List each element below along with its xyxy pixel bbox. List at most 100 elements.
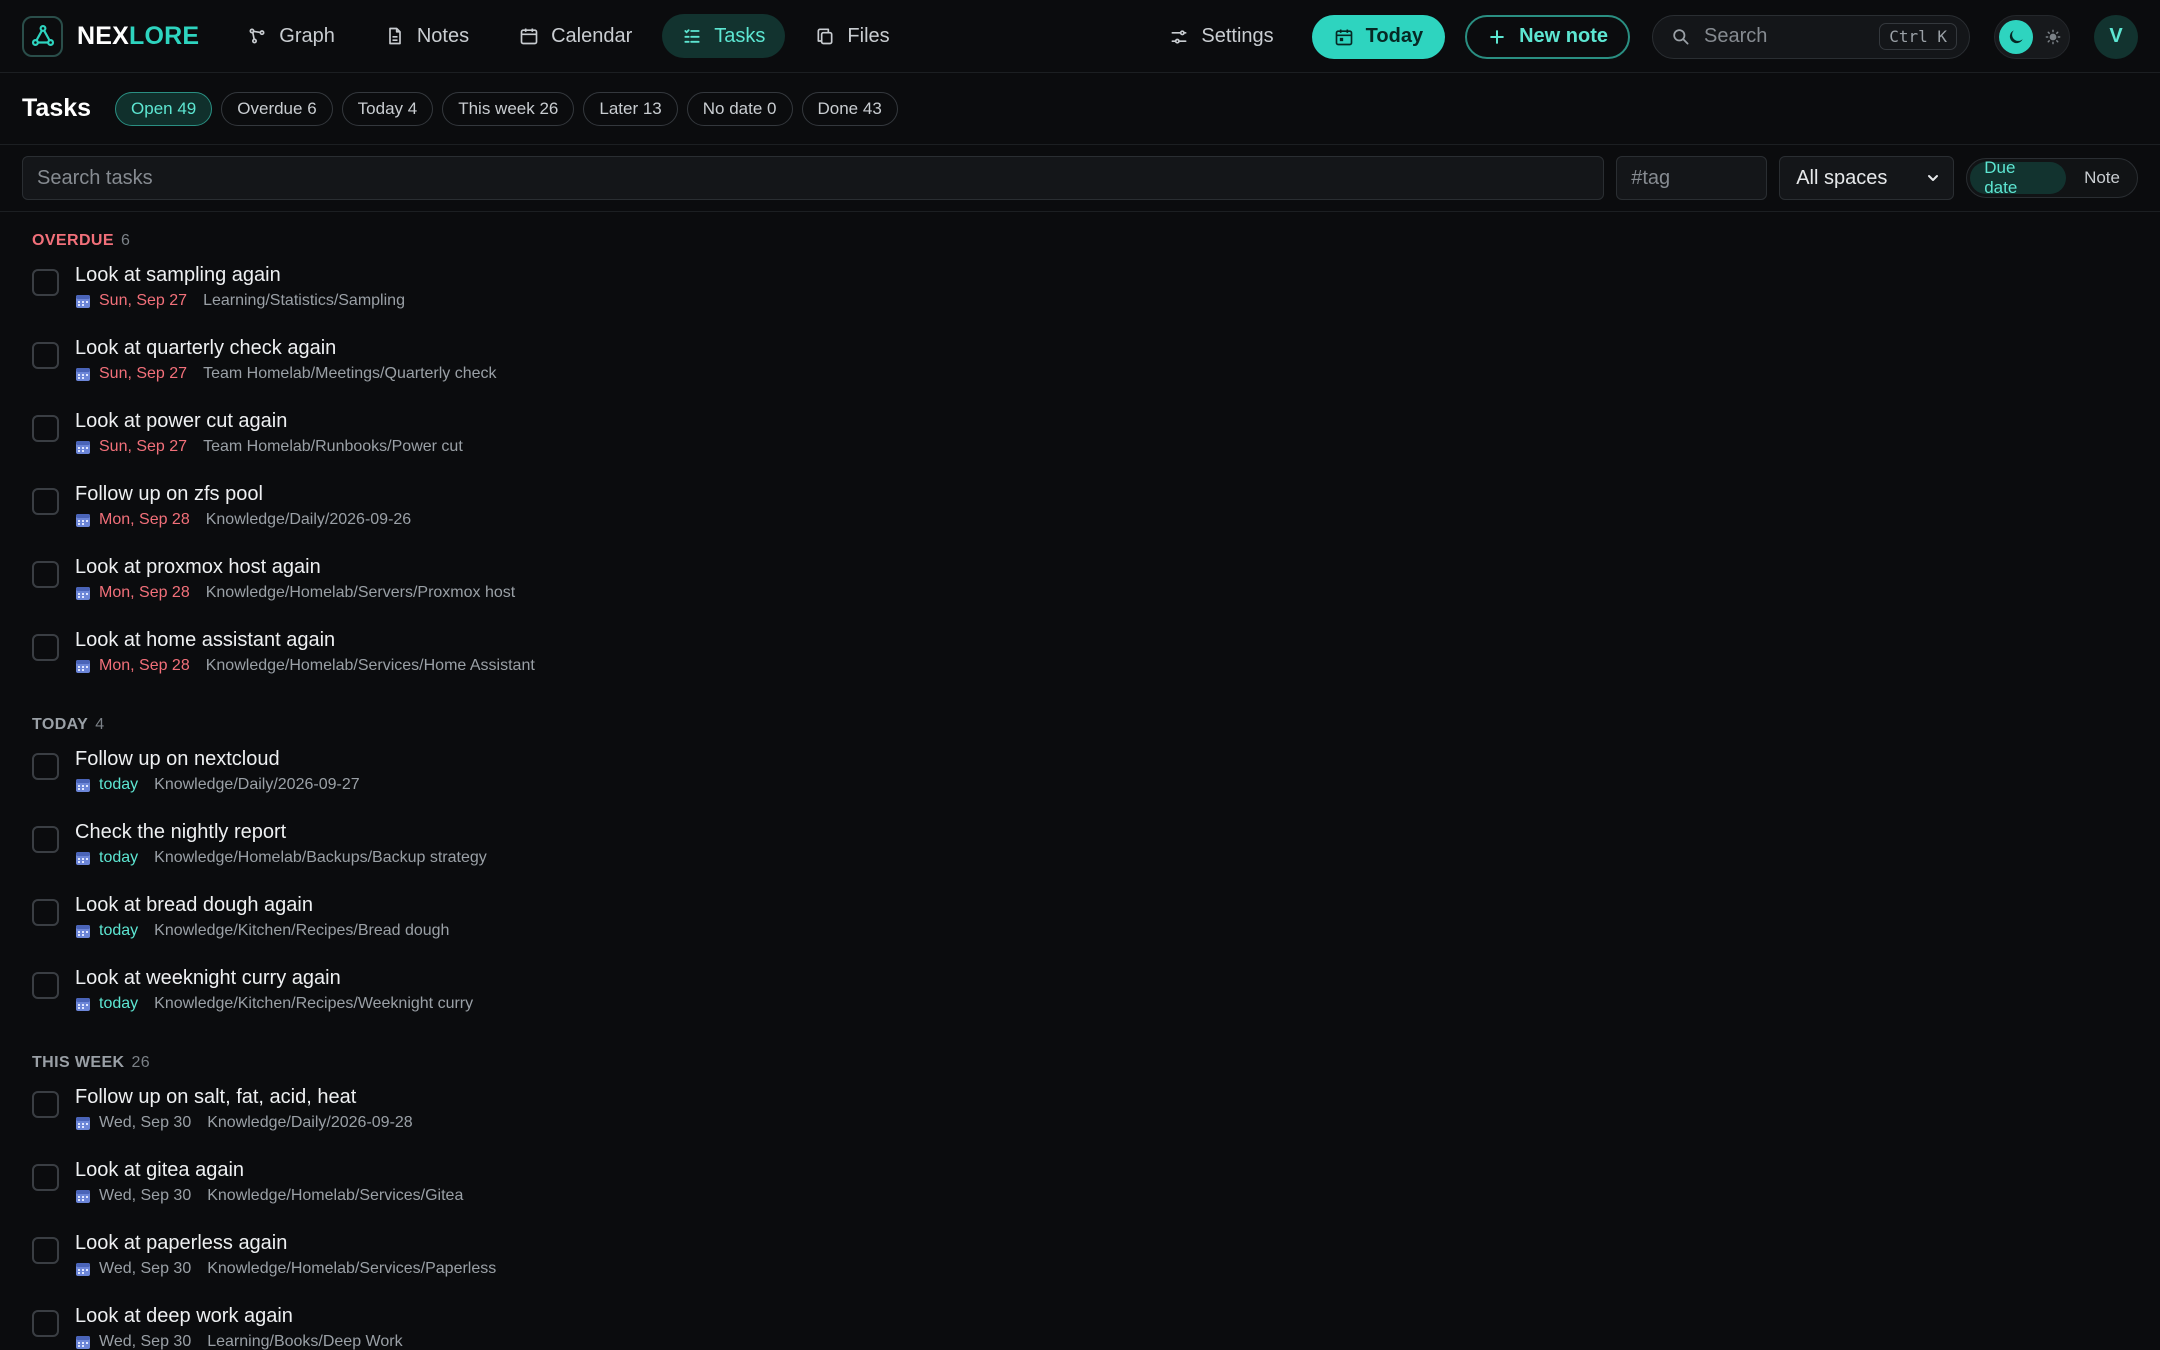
note-path-link[interactable]: Knowledge/Daily/2026-09-26 [206,511,411,529]
note-path-link[interactable]: Knowledge/Homelab/Services/Paperless [207,1260,496,1278]
sort-option[interactable]: Due date [1970,158,2067,197]
task-checkbox[interactable] [32,1091,59,1118]
task-search-input[interactable] [22,156,1605,200]
due-date: Mon, Sep 28 [75,584,190,602]
note-path-link[interactable]: Knowledge/Daily/2026-09-28 [207,1114,412,1132]
note-icon [385,26,405,46]
note-path-link[interactable]: Team Homelab/Meetings/Quarterly check [203,365,496,383]
note-path-link[interactable]: Knowledge/Daily/2026-09-27 [154,776,359,794]
task-title[interactable]: Look at paperless again [75,1232,496,1255]
task-checkbox[interactable] [32,415,59,442]
task-title[interactable]: Check the nightly report [75,821,487,844]
nav-files[interactable]: Files [795,14,909,58]
task-title[interactable]: Follow up on salt, fat, acid, heat [75,1086,413,1109]
due-date: Wed, Sep 30 [75,1333,191,1350]
task-title[interactable]: Look at deep work again [75,1305,403,1328]
task-body: Look at bread dough again today Knowledge/… [75,894,449,940]
filter-chip[interactable]: Done 43 [801,91,898,126]
task-checkbox[interactable] [32,269,59,296]
task-title[interactable]: Look at home assistant again [75,629,535,652]
tasks-header: Tasks Open 49 Overdue 6 Today 4 This week 2… [0,73,2160,145]
filter-chip[interactable]: Today 4 [341,91,434,126]
filter-chip[interactable]: Open 49 [115,91,213,126]
task-group-week: THIS WEEK 26 Follow up on salt, fat, acid,… [32,1054,2128,1350]
filter-chip[interactable]: Later 13 [583,91,678,126]
settings-button[interactable]: Settings [1169,25,1274,48]
task-title[interactable]: Look at weeknight curry again [75,967,473,990]
task-checkbox[interactable] [32,1237,59,1264]
due-date: Wed, Sep 30 [75,1187,191,1205]
task-title[interactable]: Look at power cut again [75,410,463,433]
task-row: Follow up on salt, fat, acid, heat Wed, S… [32,1080,2128,1153]
sort-option[interactable]: Note [2070,162,2134,194]
theme-toggle[interactable] [1994,14,2070,59]
filter-chip[interactable]: This week 26 [442,91,575,126]
calendar-icon [75,512,91,528]
task-title[interactable]: Look at quarterly check again [75,337,497,360]
space-select[interactable]: All spaces [1779,156,1955,200]
task-row: Look at deep work again Wed, Sep 30 Learni… [32,1299,2128,1350]
nav-tasks[interactable]: Tasks [662,14,786,58]
task-checkbox[interactable] [32,972,59,999]
today-button[interactable]: Today [1311,14,1446,59]
task-checkbox[interactable] [32,634,59,661]
task-row: Look at proxmox host again Mon, Sep 28 Kno… [32,550,2128,623]
calendar-icon [75,1261,91,1277]
group-count: 6 [120,232,131,249]
nav-graph[interactable]: Graph [227,14,355,58]
task-checkbox[interactable] [32,1310,59,1337]
note-path-link[interactable]: Team Homelab/Runbooks/Power cut [203,438,463,456]
due-date: Sun, Sep 27 [75,365,187,383]
plus-icon [1490,29,1504,44]
due-date: Wed, Sep 30 [75,1260,191,1278]
tag-filter-input[interactable] [1616,156,1768,200]
task-checkbox[interactable] [32,826,59,853]
app-logo[interactable]: NEXLORE [22,15,199,57]
task-checkbox[interactable] [32,488,59,515]
task-meta: Sun, Sep 27 Team Homelab/Meetings/Quarter… [75,365,497,383]
nav-calendar[interactable]: Calendar [499,14,652,58]
calendar-icon [75,1334,91,1350]
group-heading: OVERDUE 6 [32,232,131,249]
group-count: 4 [95,716,105,733]
note-path-link[interactable]: Knowledge/Homelab/Backups/Backup strateg… [154,849,487,867]
nav-notes[interactable]: Notes [365,14,489,58]
filter-bar: All spaces Due dateNote [0,145,2160,212]
task-meta: today Knowledge/Homelab/Backups/Backup st… [75,849,487,867]
user-avatar[interactable]: V [2094,14,2138,59]
new-note-button[interactable]: New note [1465,14,1630,59]
task-title[interactable]: Look at sampling again [75,264,405,287]
note-path-link[interactable]: Knowledge/Homelab/Servers/Proxmox host [206,584,515,602]
task-checkbox[interactable] [32,1164,59,1191]
task-title[interactable]: Look at bread dough again [75,894,449,917]
task-row: Follow up on zfs pool Mon, Sep 28 Knowledg… [32,477,2128,550]
search-shortcut-hint: Ctrl K [1879,23,1957,50]
task-meta: today Knowledge/Kitchen/Recipes/Weeknight… [75,995,473,1013]
task-row: Look at gitea again Wed, Sep 30 Knowledge/… [32,1153,2128,1226]
task-body: Look at sampling again Sun, Sep 27 Learnin… [75,264,405,310]
task-row: Look at quarterly check again Sun, Sep 27… [32,331,2128,404]
task-meta: Sun, Sep 27 Team Homelab/Runbooks/Power c… [75,438,463,456]
task-checkbox[interactable] [32,561,59,588]
task-checkbox[interactable] [32,899,59,926]
global-search-input[interactable]: Search Ctrl K [1652,14,1970,59]
task-checkbox[interactable] [32,342,59,369]
note-path-link[interactable]: Learning/Statistics/Sampling [203,292,405,310]
task-row: Look at paperless again Wed, Sep 30 Knowle… [32,1226,2128,1299]
task-title[interactable]: Follow up on nextcloud [75,748,360,771]
note-path-link[interactable]: Learning/Books/Deep Work [207,1333,402,1350]
calendar-icon [519,26,539,46]
task-title[interactable]: Follow up on zfs pool [75,483,411,506]
filter-chip[interactable]: No date 0 [686,91,793,126]
note-path-link[interactable]: Knowledge/Kitchen/Recipes/Bread dough [154,922,449,940]
task-title[interactable]: Look at proxmox host again [75,556,515,579]
note-path-link[interactable]: Knowledge/Homelab/Services/Home Assistan… [206,657,535,675]
note-path-link[interactable]: Knowledge/Kitchen/Recipes/Weeknight curr… [154,995,473,1013]
main-nav: Graph Notes Calendar Tasks Files [227,14,909,58]
note-path-link[interactable]: Knowledge/Homelab/Services/Gitea [207,1187,463,1205]
tasks-icon [682,26,702,46]
task-checkbox[interactable] [32,753,59,780]
task-title[interactable]: Look at gitea again [75,1159,463,1182]
due-date: Sun, Sep 27 [75,292,187,310]
filter-chip[interactable]: Overdue 6 [221,91,333,126]
